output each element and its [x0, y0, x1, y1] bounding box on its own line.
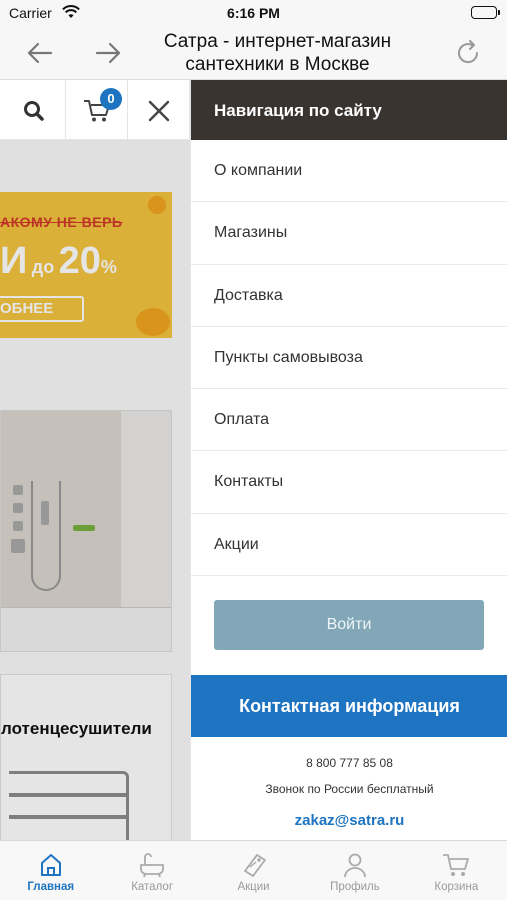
- contact-phone[interactable]: 8 800 777 85 08: [191, 756, 507, 770]
- tab-label: Корзина: [434, 881, 479, 893]
- tab-label: Акции: [237, 881, 270, 893]
- status-bar: Carrier 6:16 PM: [0, 0, 507, 28]
- nav-item-delivery[interactable]: Доставка: [191, 265, 507, 327]
- nav-item-contacts[interactable]: Контакты: [191, 451, 507, 514]
- cart-icon: [443, 854, 470, 876]
- login-button[interactable]: Войти: [214, 600, 484, 650]
- nav-item-payment[interactable]: Оплата: [191, 389, 507, 452]
- home-icon: [40, 854, 61, 876]
- user-icon: [344, 853, 366, 878]
- browser-toolbar: Сатра - интернет-магазин сантехники в Мо…: [0, 28, 507, 80]
- tab-label: Каталог: [131, 881, 174, 893]
- contact-email[interactable]: zakaz@satra.ru: [191, 812, 507, 829]
- tab-bar: Главная Каталог Акции Профиль Корзина: [0, 840, 507, 900]
- close-menu-button[interactable]: [128, 80, 190, 140]
- cart-count-badge: 0: [100, 88, 122, 110]
- close-icon: [148, 100, 170, 122]
- search-button[interactable]: [0, 80, 66, 140]
- nav-item-stores[interactable]: Магазины: [191, 202, 507, 265]
- nav-item-promotions[interactable]: Акции: [191, 514, 507, 577]
- drawer-title: Навигация по сайту: [191, 80, 507, 140]
- page-title: Сатра - интернет-магазин сантехники в Мо…: [163, 31, 392, 75]
- tab-cart[interactable]: Корзина: [406, 841, 507, 900]
- battery-icon: [471, 6, 500, 19]
- back-arrow-icon[interactable]: [24, 38, 56, 68]
- tag-icon: [243, 854, 266, 877]
- bath-icon: [140, 853, 165, 878]
- navigation-drawer: Навигация по сайту О компании Магазины Д…: [190, 80, 507, 840]
- tab-label: Главная: [27, 881, 75, 893]
- page-header: 0: [0, 80, 190, 140]
- tab-promotions[interactable]: Акции: [203, 841, 304, 900]
- background-page: 0 АКОМУ НЕ ВЕРЬ И до 20% ОБНЕЕ лотенцесу…: [0, 80, 190, 840]
- search-icon: [24, 101, 44, 121]
- cart-button[interactable]: 0: [66, 80, 128, 140]
- nav-item-pickup-points[interactable]: Пункты самовывоза: [191, 327, 507, 390]
- tab-catalog[interactable]: Каталог: [101, 841, 202, 900]
- clock: 6:16 PM: [227, 5, 280, 21]
- tab-label: Профиль: [330, 881, 380, 893]
- forward-arrow-icon[interactable]: [92, 38, 124, 68]
- contact-info-header: Контактная информация: [191, 675, 507, 737]
- page-dim-overlay[interactable]: [0, 140, 190, 840]
- tab-profile[interactable]: Профиль: [304, 841, 405, 900]
- nav-item-about[interactable]: О компании: [191, 140, 507, 203]
- reload-icon[interactable]: [453, 38, 485, 68]
- tab-home[interactable]: Главная: [0, 841, 101, 900]
- contact-note: Звонок по России бесплатный: [265, 782, 434, 796]
- nav-list: О компании Магазины Доставка Пункты само…: [191, 140, 507, 577]
